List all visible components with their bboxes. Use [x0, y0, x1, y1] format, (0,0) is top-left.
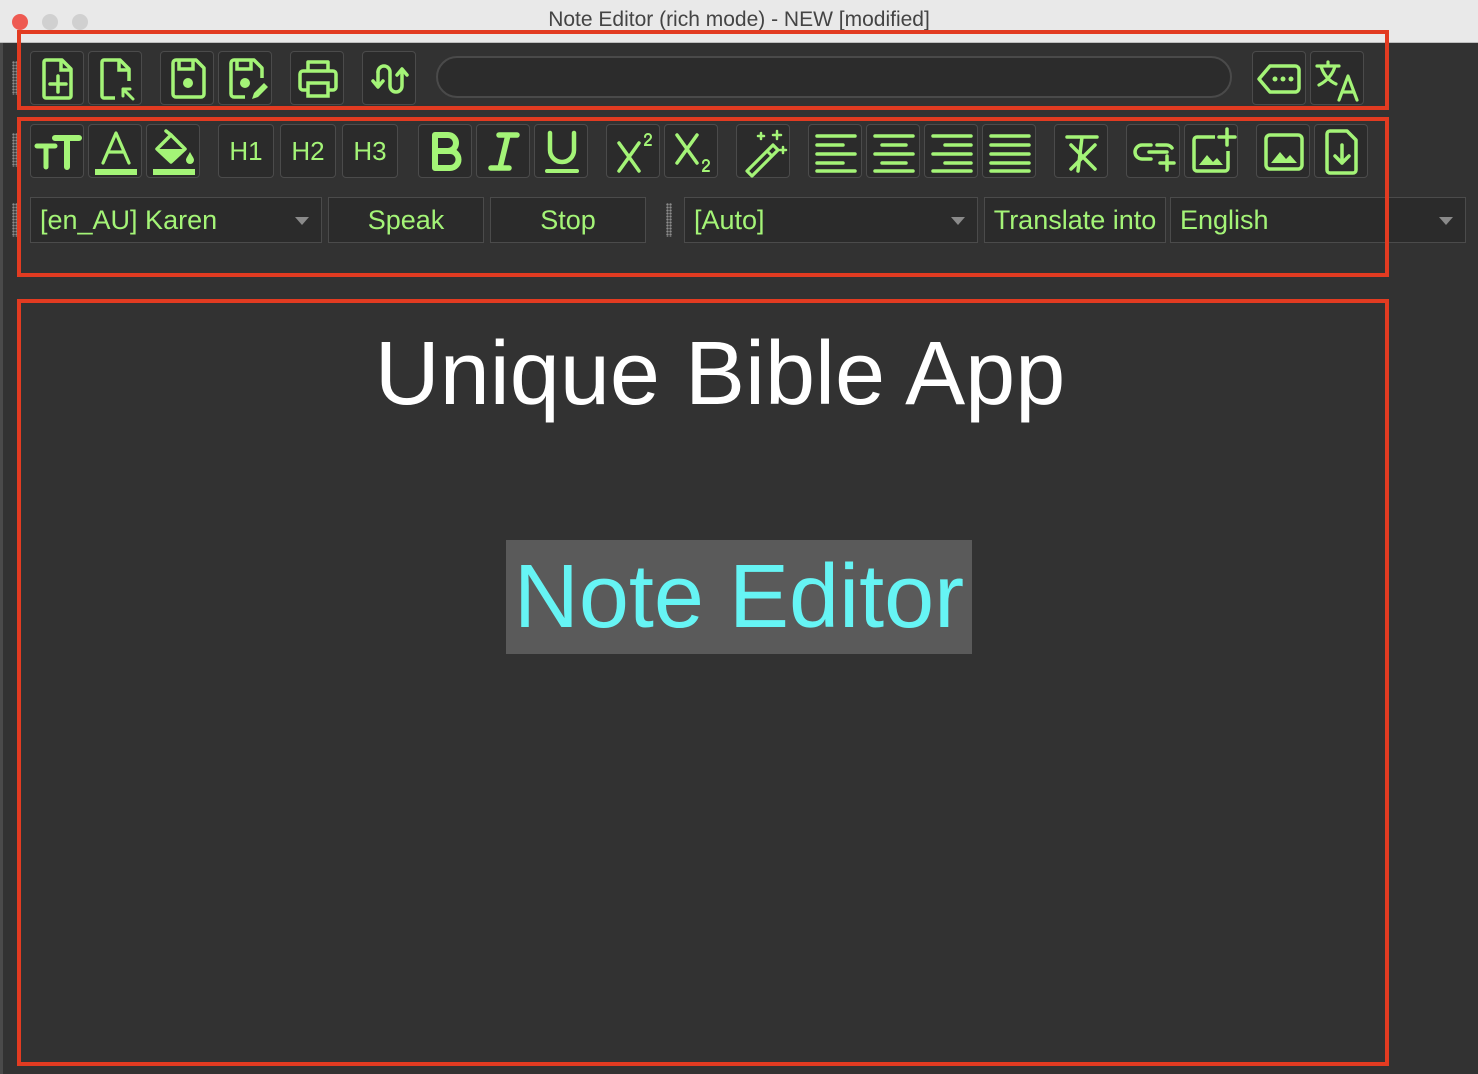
window-left-edge	[0, 43, 3, 1074]
window-title: Note Editor (rich mode) - NEW [modified]	[548, 8, 930, 31]
chevron-down-icon	[1439, 217, 1453, 225]
highlight-box-file-toolbar	[17, 30, 1389, 110]
highlight-box-editor	[17, 299, 1389, 1066]
highlight-box-format-toolbars	[17, 117, 1389, 277]
